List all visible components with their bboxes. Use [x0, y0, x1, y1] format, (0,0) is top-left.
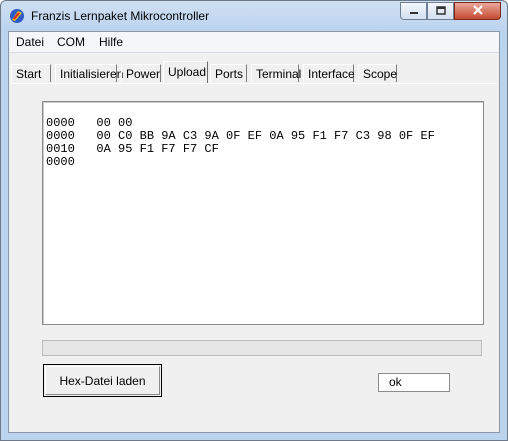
- close-icon: [472, 4, 484, 18]
- menu-datei[interactable]: Datei: [16, 35, 44, 49]
- upload-progress-bar: [42, 340, 482, 356]
- upload-panel: 0000 00 00 0000 00 C0 BB 9A C3 9A 0F EF …: [11, 83, 497, 430]
- maximize-icon: [435, 4, 446, 18]
- tab-start[interactable]: Start: [11, 64, 51, 82]
- hex-output[interactable]: 0000 00 00 0000 00 C0 BB 9A C3 9A 0F EF …: [42, 101, 484, 325]
- tab-power[interactable]: Power: [121, 64, 161, 82]
- hex-load-button[interactable]: Hex-Datei laden: [43, 364, 162, 397]
- tab-strip: Start Initialisieren Power Upload Ports …: [9, 59, 499, 83]
- tab-ports[interactable]: Ports: [210, 64, 247, 82]
- title-bar[interactable]: Franzis Lernpaket Mikrocontroller: [1, 1, 507, 31]
- client-area: Datei COM Hilfe Start Initialisieren Pow…: [8, 31, 500, 433]
- minimize-icon: [409, 4, 419, 18]
- menu-bar: Datei COM Hilfe: [9, 32, 499, 53]
- maximize-button[interactable]: [427, 2, 454, 20]
- tab-interface[interactable]: Interface: [303, 64, 355, 82]
- status-field: ok: [378, 373, 450, 392]
- window-title: Franzis Lernpaket Mikrocontroller: [31, 9, 210, 23]
- minimize-button[interactable]: [400, 2, 427, 20]
- app-window: Franzis Lernpaket Mikrocontroller Datei …: [0, 0, 508, 441]
- menu-hilfe[interactable]: Hilfe: [99, 35, 123, 49]
- tab-upload[interactable]: Upload: [163, 61, 208, 83]
- tab-initialisieren[interactable]: Initialisieren: [55, 64, 123, 82]
- hex-load-button-label: Hex-Datei laden: [45, 366, 160, 395]
- close-button[interactable]: [454, 2, 501, 20]
- app-logo-icon: [9, 8, 25, 24]
- menu-com[interactable]: COM: [57, 35, 85, 49]
- tab-terminal[interactable]: Terminal: [251, 64, 301, 82]
- hex-line: 0000: [46, 155, 75, 169]
- tab-scope[interactable]: Scope: [358, 64, 397, 82]
